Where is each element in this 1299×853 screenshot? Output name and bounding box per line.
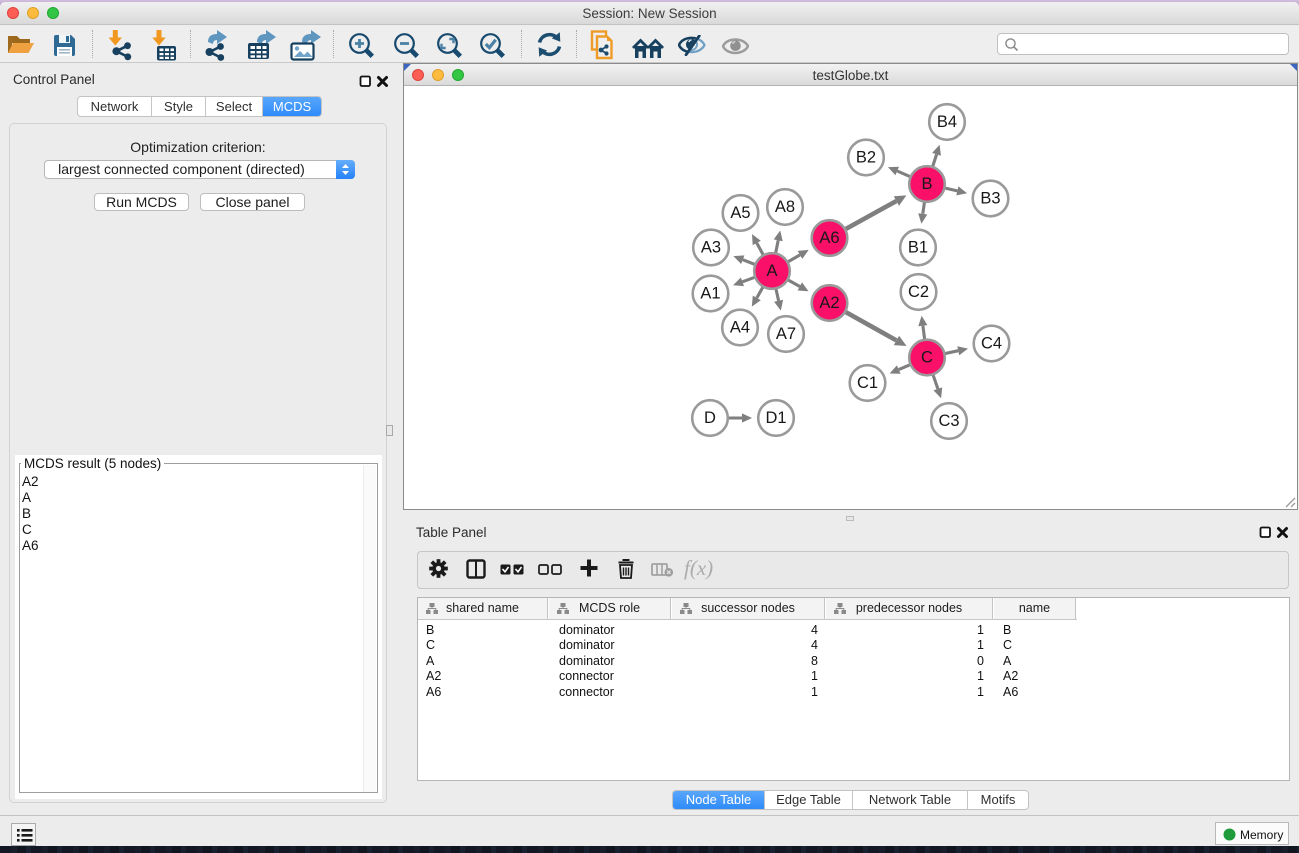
svg-text:B2: B2	[856, 148, 876, 166]
svg-text:B: B	[921, 175, 932, 193]
svg-text:C: C	[921, 348, 933, 366]
svg-text:A8: A8	[775, 198, 795, 216]
svg-text:A5: A5	[730, 204, 750, 222]
svg-text:A6: A6	[819, 229, 839, 247]
svg-text:A1: A1	[700, 284, 720, 302]
svg-text:A3: A3	[701, 238, 721, 256]
svg-text:C4: C4	[981, 334, 1002, 352]
svg-text:A4: A4	[730, 318, 750, 336]
svg-text:D: D	[704, 409, 716, 427]
svg-text:D1: D1	[765, 409, 786, 427]
svg-text:B3: B3	[980, 189, 1000, 207]
svg-text:B4: B4	[937, 113, 957, 131]
svg-text:A2: A2	[819, 294, 839, 312]
svg-text:A7: A7	[776, 325, 796, 343]
svg-text:B1: B1	[908, 238, 928, 256]
svg-text:C3: C3	[938, 412, 959, 430]
svg-text:C1: C1	[857, 374, 878, 392]
svg-text:A: A	[766, 262, 777, 280]
svg-text:C2: C2	[908, 283, 929, 301]
